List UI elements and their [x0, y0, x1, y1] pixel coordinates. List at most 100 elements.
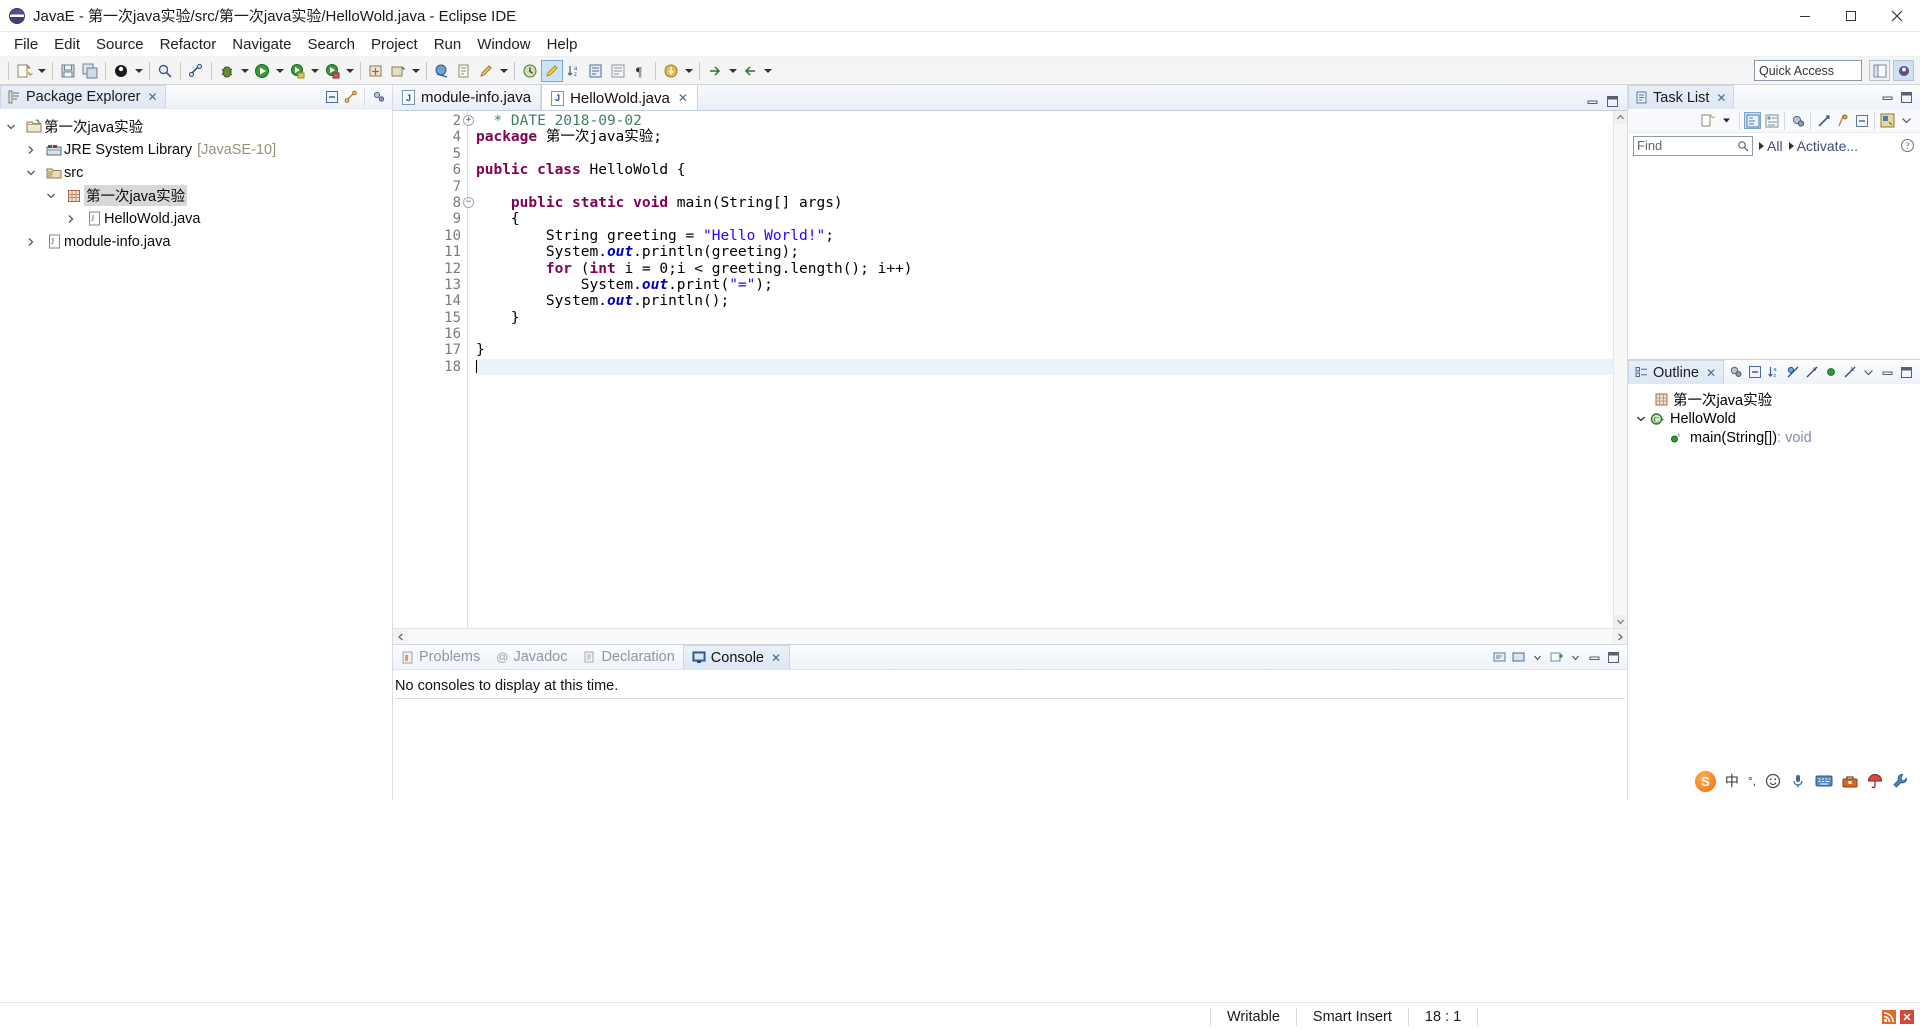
minimize-icon[interactable] [1879, 89, 1896, 106]
tab-javadoc[interactable]: @ Javadoc [488, 645, 575, 670]
close-icon[interactable]: ✕ [1716, 91, 1726, 105]
code-line[interactable]: } [476, 310, 1613, 326]
editor-tab-module-info[interactable]: J module-info.java [393, 85, 542, 110]
save-icon[interactable] [57, 60, 79, 82]
coverage-dropdown-icon[interactable] [343, 60, 356, 82]
hide-static-icon[interactable]: s [1803, 364, 1820, 381]
java-perspective-icon[interactable] [1893, 60, 1914, 81]
code-line[interactable] [476, 326, 1613, 342]
ime-toolbar[interactable]: S 中 °, [1689, 768, 1914, 794]
edit-dropdown-icon[interactable] [497, 60, 510, 82]
code-editor[interactable]: 2 +4 5 6 7 8−9 10 11 12 13 14 15 16 17 18 * DATE 2018-… [393, 111, 1627, 628]
run-icon[interactable] [251, 60, 273, 82]
link-to-editor-icon[interactable] [185, 60, 207, 82]
view-menu-icon[interactable] [1898, 112, 1915, 129]
task-find-input[interactable]: Find [1633, 135, 1753, 156]
open-type-icon[interactable] [431, 60, 453, 82]
scroll-down-icon[interactable] [1614, 615, 1627, 628]
tree-item-project[interactable]: v 第一次java实验 [0, 115, 392, 138]
tree-item-hellowold-java[interactable]: J HelloWold.java [0, 207, 392, 230]
pilcrow-icon[interactable]: ¶ [629, 60, 651, 82]
synchronize-changed-icon[interactable] [1834, 112, 1851, 129]
code-line[interactable]: System.out.print("="); [476, 277, 1613, 293]
maximize-button[interactable] [1828, 0, 1874, 32]
tab-task-list[interactable]: Task List ✕ [1628, 85, 1735, 109]
display-selected-console-icon[interactable] [1510, 649, 1527, 666]
tree-item-module-info-java[interactable]: J module-info.java [0, 230, 392, 253]
chevron-right-icon[interactable] [26, 145, 44, 155]
minimize-button[interactable] [1782, 0, 1828, 32]
link-with-editor-icon[interactable] [342, 88, 359, 105]
sort-icon[interactable]: az [563, 60, 585, 82]
chevron-right-icon[interactable] [66, 214, 84, 224]
scroll-up-icon[interactable] [1614, 111, 1627, 124]
chevron-down-icon[interactable] [1718, 112, 1735, 129]
edit-icon[interactable] [475, 60, 497, 82]
collapse-all-icon[interactable] [323, 88, 340, 105]
package-explorer-tree[interactable]: v 第一次java实验 JRE System Library [JavaSE-1… [0, 109, 392, 800]
new-wizard-dropdown-icon[interactable] [35, 60, 48, 82]
ime-settings-wrench-icon[interactable] [1892, 773, 1908, 789]
ime-umbrella-icon[interactable] [1867, 773, 1883, 789]
quick-access-input[interactable]: Quick Access [1754, 60, 1862, 81]
save-all-icon[interactable] [79, 60, 101, 82]
console-output[interactable]: No consoles to display at this time. [393, 670, 1627, 800]
menu-run[interactable]: Run [426, 34, 470, 55]
code-line[interactable]: { [476, 211, 1613, 227]
run-external-dropdown-icon[interactable] [308, 60, 321, 82]
code-line[interactable] [476, 358, 1613, 376]
vertical-scrollbar[interactable] [1614, 124, 1627, 615]
run-dropdown-icon[interactable] [273, 60, 286, 82]
forward-nav-icon[interactable] [704, 60, 726, 82]
focus-on-workweek-icon[interactable] [1789, 112, 1806, 129]
hide-local-types-icon[interactable]: L [1841, 364, 1858, 381]
ime-punctuation-toggle[interactable]: °, [1748, 774, 1756, 788]
close-icon[interactable]: ✕ [678, 91, 688, 105]
new-java-class-dropdown-icon[interactable] [132, 60, 145, 82]
rss-status-icon[interactable] [1882, 1009, 1896, 1024]
code-line[interactable]: String greeting = "Hello World!"; [476, 228, 1613, 244]
chevron-down-icon[interactable] [1529, 649, 1546, 666]
tab-outline[interactable]: Outline ✕ [1628, 360, 1725, 384]
code-body[interactable]: 2 +4 5 6 7 8−9 10 11 12 13 14 15 16 17 18 * DATE 2018-… [419, 111, 1613, 628]
annotation-ruler[interactable] [393, 111, 419, 628]
new-wizard-icon[interactable] [13, 60, 35, 82]
task-list-help-button[interactable]: ? [1900, 138, 1915, 153]
scheduled-presentation-icon[interactable] [1763, 112, 1780, 129]
new-console-icon[interactable] [1548, 649, 1565, 666]
minimize-icon[interactable] [1879, 364, 1896, 381]
menu-edit[interactable]: Edit [46, 34, 88, 55]
tree-item-src[interactable]: src [0, 161, 392, 184]
task-list-body[interactable] [1628, 158, 1920, 359]
focus-on-active-task-icon[interactable] [1727, 364, 1744, 381]
toggle-mark-occurrences-icon[interactable] [607, 60, 629, 82]
view-menu-icon[interactable] [1860, 364, 1877, 381]
outline-item-package[interactable]: 第一次java实验 [1628, 390, 1920, 409]
horizontal-scrollbar[interactable] [393, 628, 1627, 644]
back-nav-dropdown-icon[interactable] [761, 60, 774, 82]
debug-dropdown-icon[interactable] [238, 60, 251, 82]
menu-file[interactable]: File [6, 34, 46, 55]
new-java-project-icon[interactable] [365, 60, 387, 82]
task-repositories-icon[interactable] [1879, 112, 1896, 129]
open-perspective-icon[interactable] [1869, 60, 1890, 81]
close-icon[interactable]: ✕ [1706, 366, 1716, 380]
history-icon[interactable] [519, 60, 541, 82]
code-line[interactable]: System.out.println(greeting); [476, 244, 1613, 260]
ime-language-toggle[interactable]: 中 [1725, 771, 1739, 791]
outline-item-method[interactable]: s main(String[]) : void [1628, 428, 1920, 447]
task-filter-activate[interactable]: Activate... [1788, 138, 1858, 154]
minimize-console-icon[interactable] [1586, 649, 1603, 666]
overview-ruler[interactable] [1613, 111, 1627, 628]
outline-tree[interactable]: 第一次java实验 C HelloWold s main(String[]):… [1628, 384, 1920, 800]
outline-item-class[interactable]: C HelloWold [1628, 409, 1920, 428]
run-external-icon[interactable] [286, 60, 308, 82]
download-dropdown-icon[interactable] [682, 60, 695, 82]
collapse-all-tasks-icon[interactable] [1853, 112, 1870, 129]
code-line[interactable] [476, 146, 1613, 162]
ime-emoji-icon[interactable] [1765, 773, 1781, 789]
code-line[interactable]: public static void main(String[] args) [476, 195, 1613, 211]
code-line[interactable] [476, 179, 1613, 195]
menu-source[interactable]: Source [88, 34, 152, 55]
maximize-icon[interactable] [1898, 89, 1915, 106]
